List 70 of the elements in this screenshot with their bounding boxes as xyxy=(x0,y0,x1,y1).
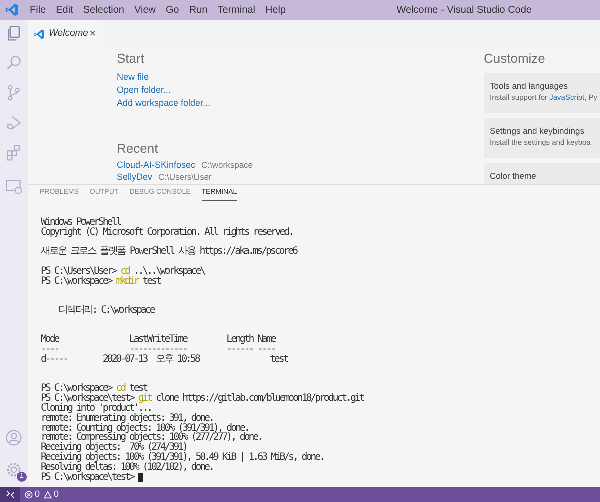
menu-item[interactable]: Go xyxy=(161,2,184,18)
customize-card[interactable]: Color theme xyxy=(484,163,600,184)
terminal-command: cd xyxy=(120,266,130,277)
error-icon xyxy=(25,490,33,498)
terminal-text: remote: Enumerating objects: 391, done. xyxy=(41,414,214,424)
link[interactable]: Add workspace folder... xyxy=(117,98,211,108)
terminal-text: d----- 2020-07-13 오후 10:58 test xyxy=(41,354,288,365)
link[interactable]: Cloud-AI-SKinfosec xyxy=(117,159,196,171)
link[interactable]: SellyDev xyxy=(117,171,153,183)
terminal-text: PS C:\workspace> xyxy=(41,384,112,394)
terminal-text: test xyxy=(142,276,160,286)
terminal-text: Cloning into 'product'... xyxy=(41,404,152,414)
remote-button[interactable] xyxy=(0,487,20,502)
menu-item[interactable]: File xyxy=(25,2,52,18)
card-title: Tools and languages xyxy=(490,81,569,92)
app-logo-icon xyxy=(34,28,45,40)
card-title: Settings and keybindings xyxy=(490,126,586,137)
terminal-text: Resolving deltas: 100% (102/102), done. xyxy=(41,462,214,473)
menu-item[interactable]: Help xyxy=(260,2,292,18)
terminal-command: mkdir xyxy=(116,276,138,286)
card-title: Color theme xyxy=(490,171,538,182)
terminal-text: Mode LastWriteTime Length Name xyxy=(41,335,276,346)
menu-item[interactable]: Selection xyxy=(78,2,130,18)
terminal-text: ..\..\workspace\ xyxy=(134,266,205,277)
folder-path: C:\workspace xyxy=(202,159,254,171)
terminal-text: ---- ------------- ------ ---- xyxy=(41,345,276,355)
terminal-text: 디렉터리: C:\workspace xyxy=(58,306,154,316)
terminal-text: Receiving objects: 70% (274/391) xyxy=(41,443,187,453)
branch-icon[interactable] xyxy=(5,84,23,102)
terminal-command: git xyxy=(138,394,152,404)
close-icon[interactable]: × xyxy=(90,26,96,42)
terminal-text: remote: Compressing objects: 100% (277/277), done. xyxy=(41,433,262,444)
window-title: Welcome - Visual Studio Code xyxy=(396,4,532,18)
tab-label: Welcome xyxy=(49,26,88,41)
terminal-text: PS C:\workspace\test> xyxy=(41,394,134,404)
terminal-text: PS C:\workspace> xyxy=(41,276,114,286)
app-logo-icon xyxy=(5,3,19,17)
terminal-text: test xyxy=(129,384,148,394)
terminal-text: Copyright (C) Microsoft Corporation. All rights reserved. xyxy=(41,228,293,238)
text-cursor xyxy=(138,472,144,482)
terminal-command: cd xyxy=(116,384,125,394)
extensions-icon[interactable] xyxy=(5,144,23,162)
section-heading: Start xyxy=(117,51,146,67)
terminal-text: 새로운 크로스 플랫폼 PowerShell 사용 https://aka.ms/pscore6 xyxy=(41,247,297,257)
folder-path: C:\Users\User xyxy=(158,171,212,183)
menu-item[interactable]: Edit xyxy=(51,2,78,18)
terminal-text: clone https://gitlab.com/bluemoon18/product.git xyxy=(154,394,364,404)
warning-icon xyxy=(44,490,52,498)
play-bug-icon[interactable] xyxy=(5,114,23,132)
monitor-icon[interactable] xyxy=(5,178,23,196)
section-heading: Customize xyxy=(484,51,546,67)
terminal-text: remote: Counting objects: 100% (391/391), done. xyxy=(41,424,249,434)
section-heading: Recent xyxy=(117,141,160,157)
remote-icon xyxy=(6,490,14,499)
error-count: 0 xyxy=(35,488,40,501)
terminal-text: PS C:\Users\User> xyxy=(41,266,117,277)
link[interactable]: Open folder... xyxy=(117,85,172,95)
search-icon[interactable] xyxy=(5,54,23,72)
menu-item[interactable]: Terminal xyxy=(212,2,260,18)
menu-item[interactable]: Run xyxy=(184,2,213,18)
problems-button[interactable]: 0 0 xyxy=(25,487,60,502)
terminal-text: Receiving objects: 100% (391/391), 50.49 KiB | 1.63 MiB/s, done. xyxy=(41,452,324,463)
menu-item[interactable]: View xyxy=(130,2,161,18)
warning-count: 0 xyxy=(54,488,60,501)
terminal-text: Windows PowerShell xyxy=(41,218,121,228)
files-icon[interactable] xyxy=(5,24,23,42)
settings-icon[interactable] xyxy=(5,461,23,479)
account-icon[interactable] xyxy=(5,429,23,447)
link[interactable]: New file xyxy=(117,72,150,82)
terminal-text: PS C:\workspace\test> xyxy=(41,472,136,482)
